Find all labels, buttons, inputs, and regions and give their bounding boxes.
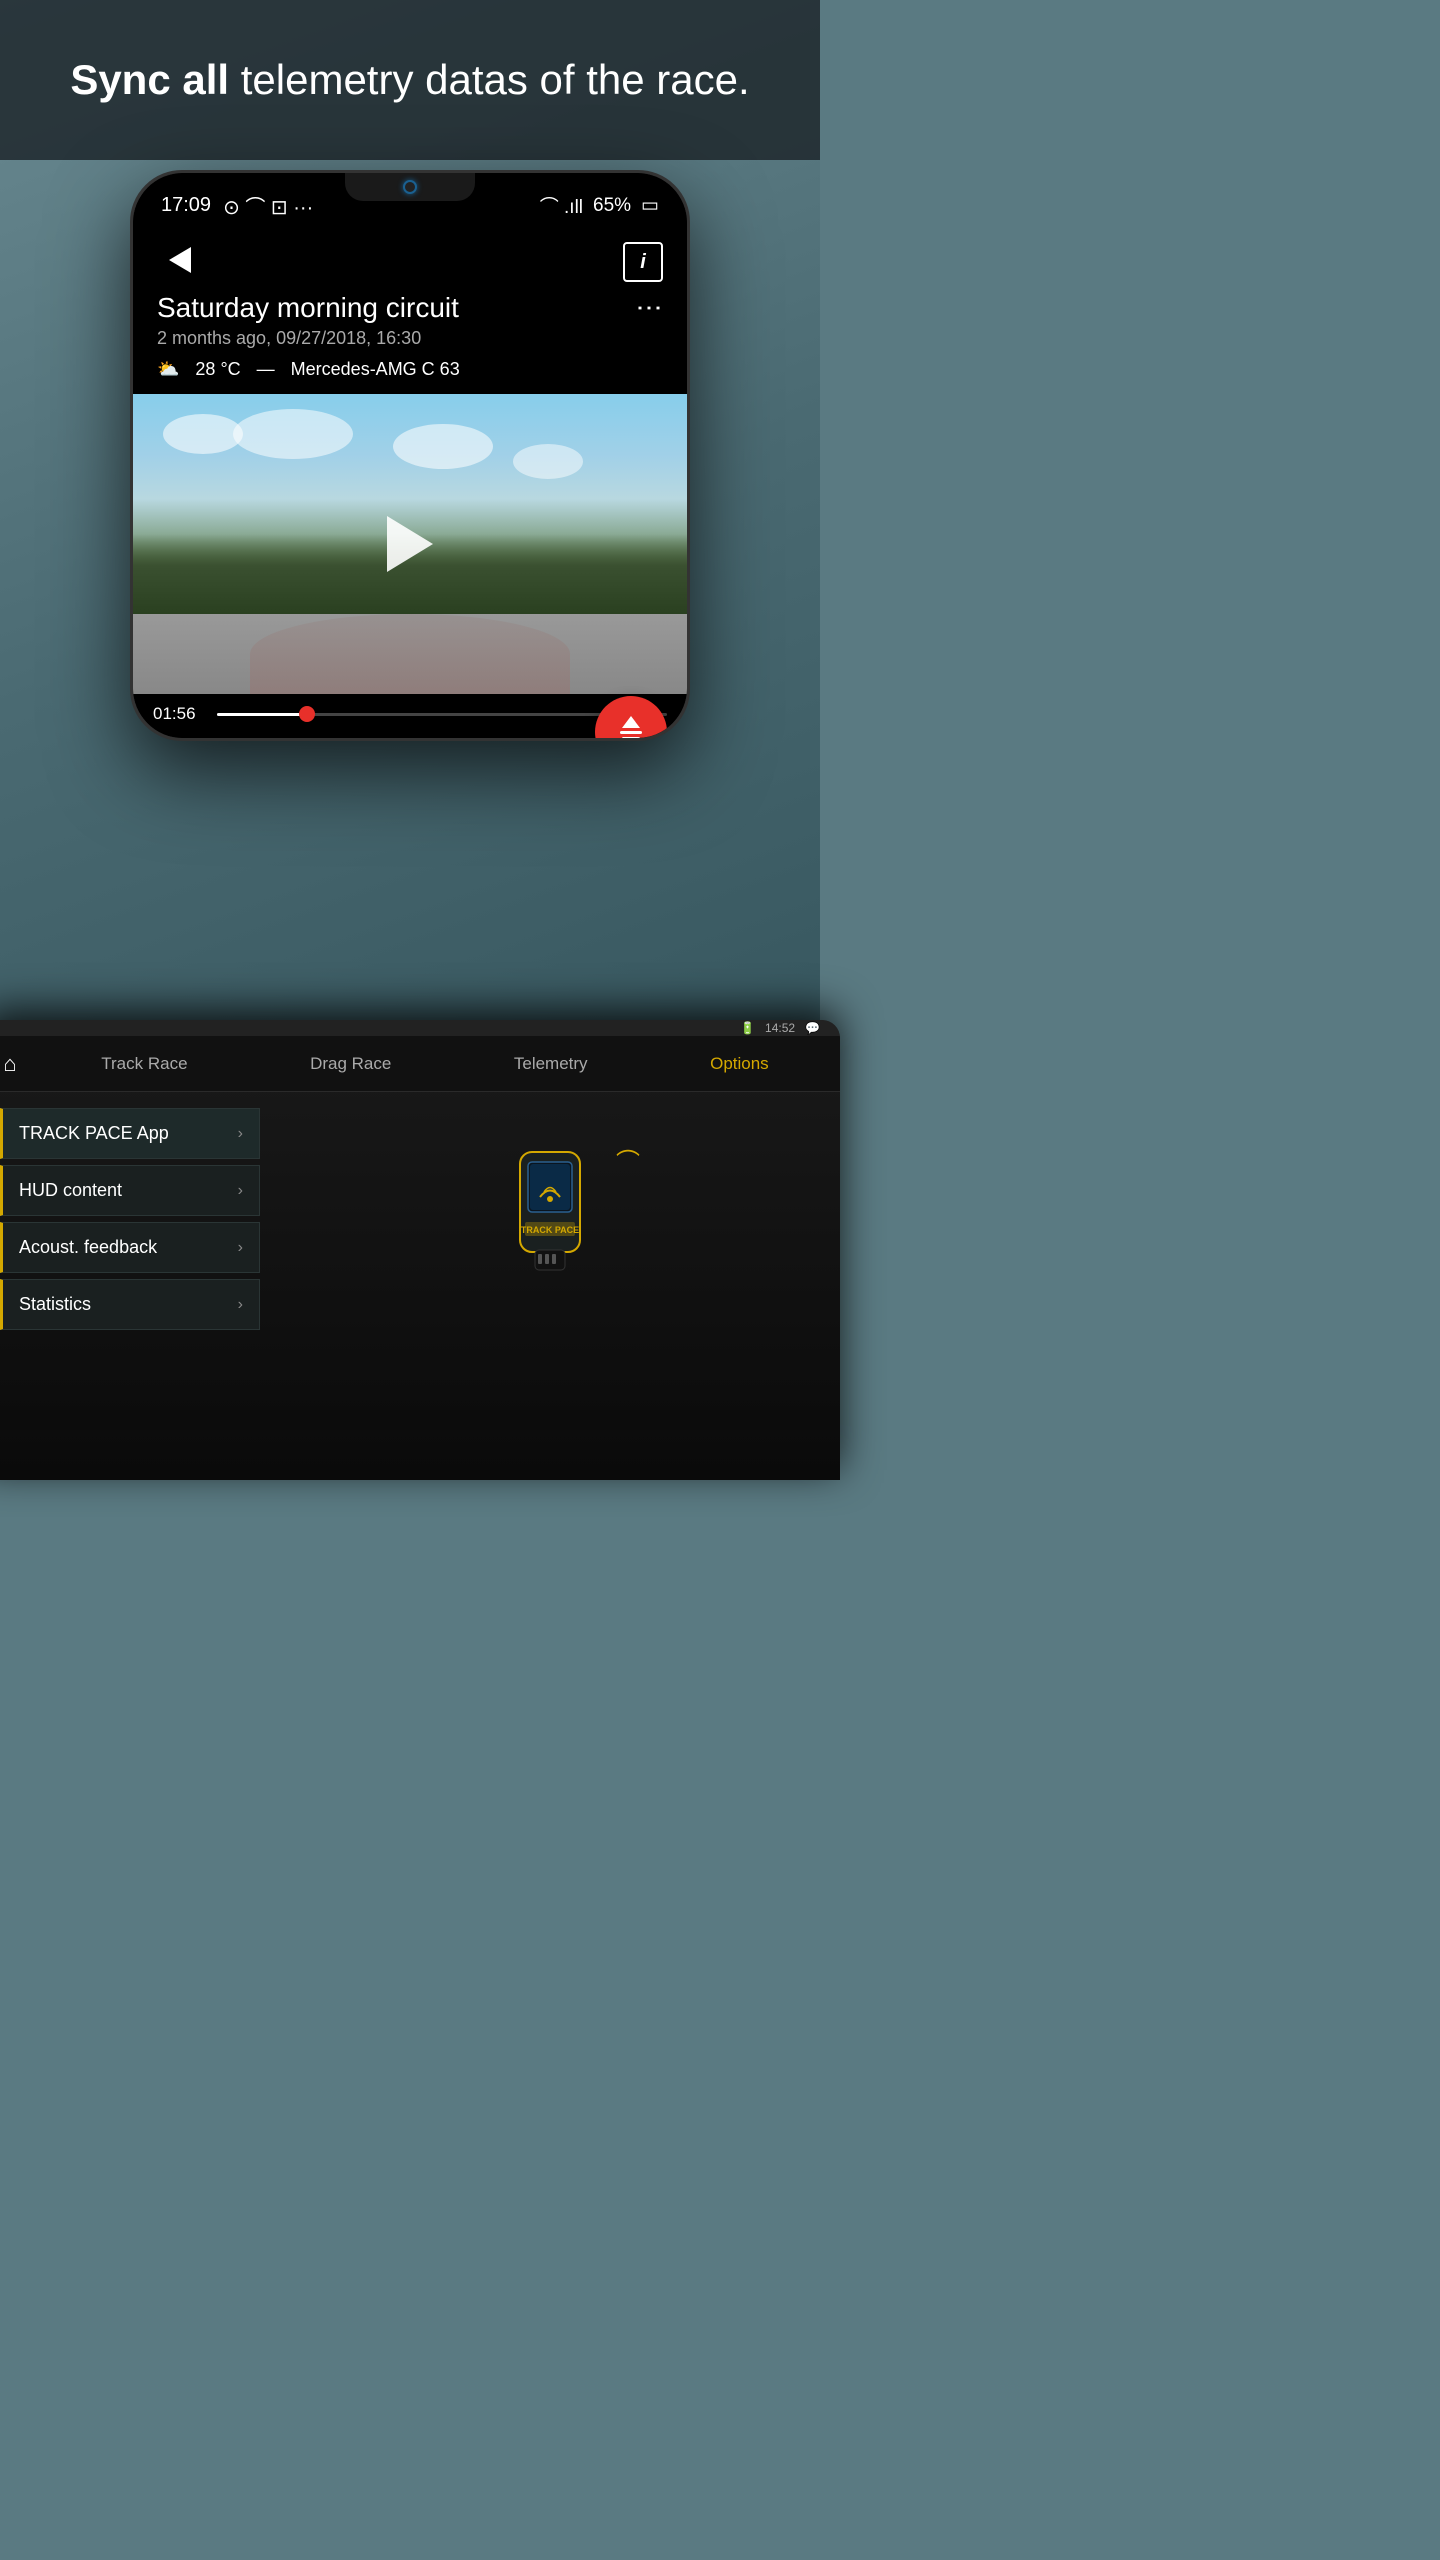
battery-icon: ▭ (641, 194, 659, 217)
phone-mockup: 17:09 ⊙ ⌒ ⊡ ··· ⌒ .ıll 65% ▭ i (130, 170, 690, 741)
session-meta: ⛅ 28 °C — Mercedes-AMG C 63 (157, 359, 663, 380)
status-bar: 17:09 ⊙ ⌒ ⊡ ··· ⌒ .ıll 65% ▭ (133, 173, 687, 228)
phone-container: 17:09 ⊙ ⌒ ⊡ ··· ⌒ .ıll 65% ▭ i (130, 170, 690, 741)
tab-telemetry[interactable]: Telemetry (498, 1046, 604, 1082)
back-arrow-icon (169, 247, 191, 273)
home-button[interactable]: ⌂ (0, 1044, 30, 1084)
tablet-content: TRACK PACE App › HUD content › Acoust. f… (0, 1092, 840, 1352)
session-info: Saturday morning circuit ⋮ 2 months ago,… (133, 292, 687, 394)
menu-item-label-track-pace: TRACK PACE App (19, 1123, 169, 1144)
menu-item-statistics[interactable]: Statistics › (0, 1279, 260, 1330)
weather-icon: ⛅ (157, 359, 179, 380)
headline-strong: Sync all (70, 56, 229, 103)
tablet-nav: ⌂ Track Race Drag Race Telemetry Options (0, 1036, 840, 1092)
menu-item-hud-content[interactable]: HUD content › (0, 1165, 260, 1216)
video-player[interactable] (133, 394, 687, 694)
obd-svg: TRACK PACE (500, 1142, 600, 1302)
menu-item-track-pace-app[interactable]: TRACK PACE App › (0, 1108, 260, 1159)
chevron-icon-2: › (238, 1239, 243, 1257)
car-divider: — (257, 359, 275, 380)
progress-fill (217, 713, 307, 716)
nav-tabs: Track Race Drag Race Telemetry Options (40, 1046, 830, 1082)
tablet-time: 14:52 (765, 1021, 795, 1035)
headline-rest: telemetry datas of the race. (229, 56, 750, 103)
temperature: 28 °C (195, 359, 240, 380)
status-left: 17:09 ⊙ ⌒ ⊡ ··· (161, 191, 313, 220)
headline-bar: Sync all telemetry datas of the race. (0, 0, 820, 160)
tablet-container: 🔋 14:52 💬 ⌂ Track Race Drag Race Telemet… (0, 1020, 820, 1480)
obd-device-illustration: TRACK PACE ⌒ (450, 1112, 650, 1332)
phone-header: i (133, 228, 687, 292)
tablet-mockup: 🔋 14:52 💬 ⌂ Track Race Drag Race Telemet… (0, 1020, 840, 1480)
tab-track-race[interactable]: Track Race (85, 1046, 203, 1082)
menu-item-label-hud: HUD content (19, 1180, 122, 1201)
tablet-message-icon: 💬 (805, 1021, 820, 1035)
battery-percent: 65% (593, 195, 631, 217)
video-timestamp: 01:56 (153, 704, 205, 724)
chevron-icon-1: › (238, 1182, 243, 1200)
separator-line (620, 731, 642, 734)
chevron-icon-0: › (238, 1125, 243, 1143)
tab-drag-race[interactable]: Drag Race (294, 1046, 407, 1082)
more-menu-icon[interactable]: ⋮ (637, 295, 663, 321)
menu-item-label-acoust: Acoust. feedback (19, 1237, 157, 1258)
session-title-row: Saturday morning circuit ⋮ (157, 292, 663, 324)
status-icons: ⊙ ⌒ ⊡ ··· (223, 191, 313, 220)
play-button[interactable] (387, 516, 433, 572)
sync-fab-button[interactable] (595, 696, 667, 738)
progress-indicator[interactable] (299, 706, 315, 722)
menu-item-acoust-feedback[interactable]: Acoust. feedback › (0, 1222, 260, 1273)
tablet-battery-icon: 🔋 (740, 1021, 755, 1035)
notch (345, 173, 475, 201)
session-title: Saturday morning circuit (157, 292, 459, 324)
info-button[interactable]: i (623, 242, 663, 282)
tablet-status-bar: 🔋 14:52 💬 (0, 1020, 840, 1036)
menu-item-label-statistics: Statistics (19, 1294, 91, 1315)
status-time: 17:09 (161, 194, 211, 217)
arrow-up-icon (622, 716, 640, 728)
status-right: ⌒ .ıll 65% ▭ (540, 192, 659, 219)
tab-options[interactable]: Options (694, 1046, 785, 1082)
svg-text:TRACK PACE: TRACK PACE (521, 1225, 579, 1235)
cloud-1 (163, 414, 243, 454)
headline: Sync all telemetry datas of the race. (70, 53, 749, 108)
wifi-icon-overlay: ⌒ (616, 1142, 640, 1177)
info-icon: i (640, 251, 646, 274)
video-controls: 01:56 (133, 694, 687, 738)
camera (403, 180, 417, 194)
menu-items-list: TRACK PACE App › HUD content › Acoust. f… (0, 1108, 260, 1336)
cloud-3 (393, 424, 493, 469)
glow-ring-inner (450, 1332, 630, 1480)
cloud-2 (233, 409, 353, 459)
home-icon: ⌂ (3, 1051, 16, 1077)
wifi-signal: ⌒ .ıll (540, 192, 583, 219)
arrow-down-icon (622, 737, 640, 739)
session-date: 2 months ago, 09/27/2018, 16:30 (157, 328, 663, 349)
car-hood (250, 614, 570, 694)
device-visual: TRACK PACE ⌒ (280, 1108, 820, 1336)
phone-inner: 17:09 ⊙ ⌒ ⊡ ··· ⌒ .ıll 65% ▭ i (133, 173, 687, 738)
tablet-status-info: 🔋 14:52 💬 (0, 1021, 820, 1035)
chevron-icon-3: › (238, 1296, 243, 1314)
car-name: Mercedes-AMG C 63 (291, 359, 460, 380)
cloud-4 (513, 444, 583, 479)
back-button[interactable] (157, 242, 203, 278)
